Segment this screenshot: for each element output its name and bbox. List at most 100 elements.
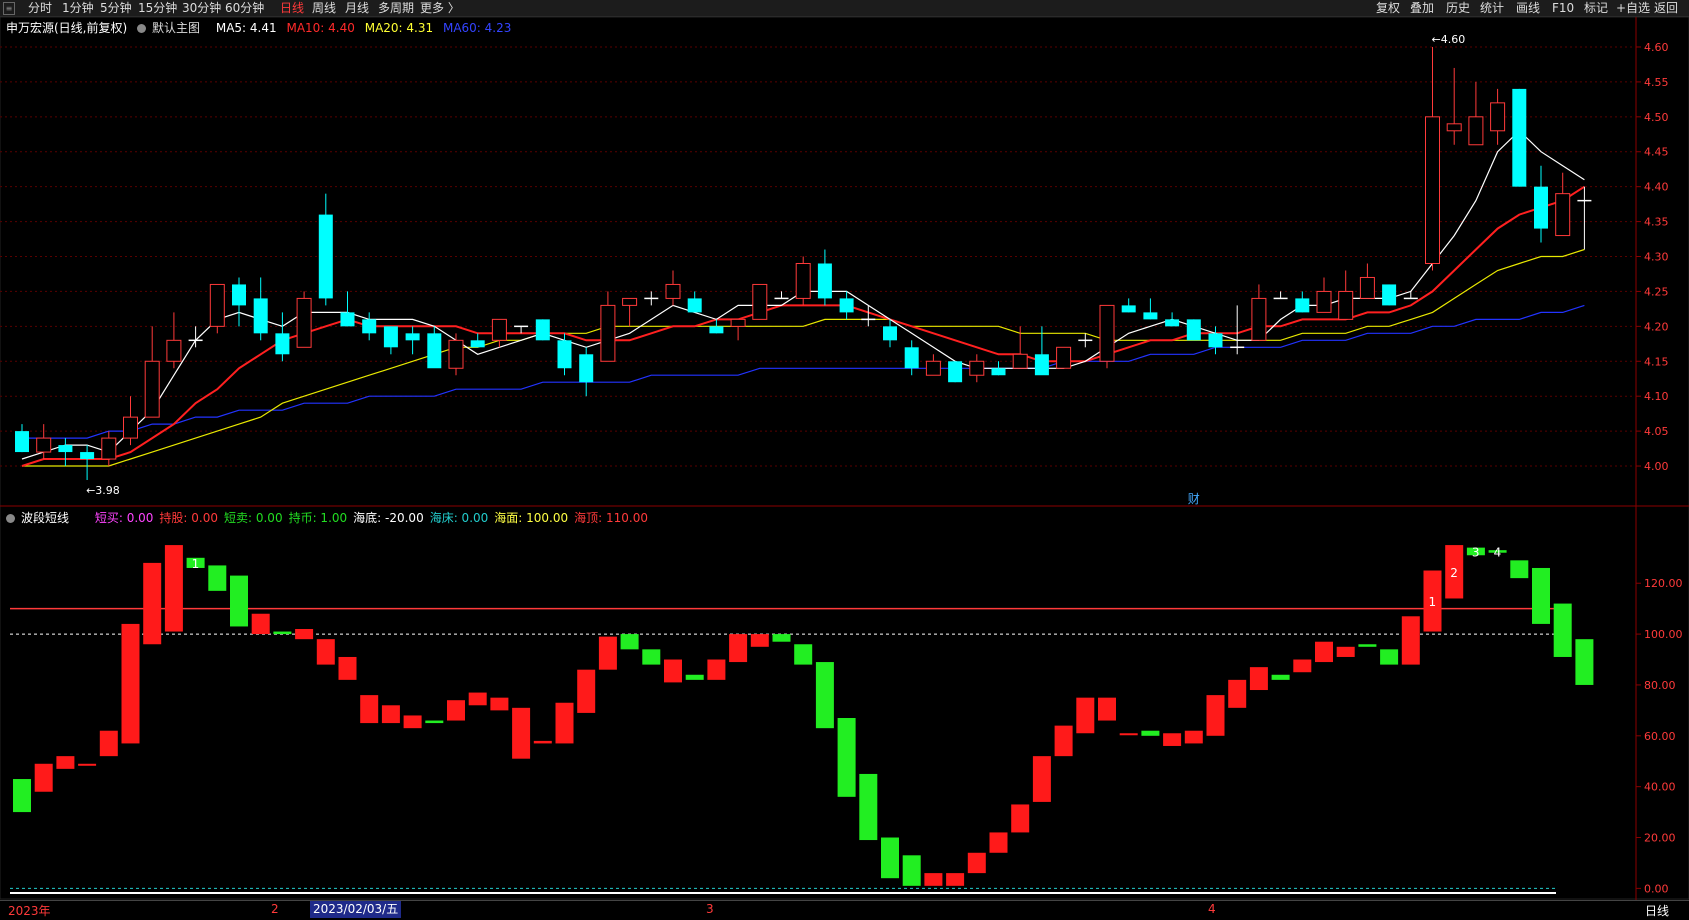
candle-body-14 bbox=[318, 214, 333, 299]
wave-bar-71 bbox=[1553, 603, 1572, 657]
y-tick-label-4: 4.20 bbox=[1644, 320, 1669, 333]
sub-y-tick-label-4: 80.00 bbox=[1644, 679, 1676, 692]
month-4-label: 4 bbox=[1208, 902, 1216, 916]
candle-body-42 bbox=[925, 360, 941, 376]
wave-bar-28 bbox=[620, 634, 639, 650]
wave-bar-60 bbox=[1315, 641, 1333, 663]
wave-bar-34 bbox=[750, 634, 769, 647]
candle-body-52 bbox=[1143, 312, 1158, 320]
stock-chart: 4.00 4.05 4.10 4.15 4.20 4.25 4.30 4.35 4.40 4.45… bbox=[0, 16, 1689, 900]
indicator-values: 短买: 0.00 持股: 0.00 短卖: 0.00 持币: 1.00 海底: -20.… bbox=[95, 511, 654, 525]
candle-body-21 bbox=[470, 340, 485, 348]
candle-body-27 bbox=[600, 304, 616, 362]
indicator-value-6: 海面: 100.00 bbox=[494, 511, 569, 525]
sub-y-tick-label-5: 100.00 bbox=[1644, 628, 1683, 641]
wave-bar-12 bbox=[273, 631, 292, 635]
wave-bar-1 bbox=[34, 763, 53, 792]
candle-body-3 bbox=[80, 452, 95, 460]
event-marker: 财 bbox=[1188, 492, 1200, 506]
wave-bar-39 bbox=[859, 773, 878, 841]
candle-body-68 bbox=[1490, 102, 1506, 132]
wave-bar-27 bbox=[598, 636, 617, 670]
wave-bar-72 bbox=[1575, 639, 1594, 685]
wave-bar-35 bbox=[772, 634, 791, 642]
candle-body-11 bbox=[253, 298, 268, 334]
indicator-name-text: 波段短线 bbox=[21, 511, 70, 525]
wave-bar-24 bbox=[533, 740, 552, 744]
wave-label-3: 3 bbox=[1472, 545, 1480, 559]
wave-bar-69 bbox=[1510, 560, 1529, 579]
candle-body-13 bbox=[296, 297, 312, 348]
wave-bar-47 bbox=[1032, 756, 1051, 802]
candle-body-19 bbox=[427, 333, 442, 369]
candle-body-33 bbox=[730, 318, 746, 327]
candle-body-22 bbox=[491, 318, 507, 341]
sub-y-tick-label-1: 20.00 bbox=[1644, 832, 1676, 845]
sub-y-tick-label-6: 120.00 bbox=[1644, 577, 1683, 590]
wave-bar-32 bbox=[707, 659, 726, 680]
month-3-label: 3 bbox=[706, 902, 714, 916]
candle-body-4 bbox=[101, 437, 117, 460]
y-tick-label-3: 4.15 bbox=[1644, 355, 1669, 368]
candle-body-45 bbox=[991, 368, 1006, 376]
wave-bar-17 bbox=[381, 705, 400, 724]
candle-body-37 bbox=[817, 263, 832, 299]
wave-bar-29 bbox=[642, 649, 661, 665]
indicator-value-5: 海床: 0.00 bbox=[429, 511, 489, 525]
y-tick-label-7: 4.35 bbox=[1644, 216, 1669, 229]
month-2-label: 2 bbox=[271, 902, 279, 916]
candle-body-6 bbox=[144, 360, 160, 418]
wave-bar-46 bbox=[1011, 804, 1030, 833]
candle-body-69 bbox=[1512, 88, 1527, 187]
wave-label-0: 1 bbox=[192, 557, 200, 571]
candle-body-67 bbox=[1468, 116, 1484, 146]
wave-bar-61 bbox=[1336, 646, 1355, 657]
period-tag[interactable]: 日线 bbox=[1645, 902, 1669, 919]
candle-body-31 bbox=[687, 298, 702, 313]
wave-bar-48 bbox=[1054, 725, 1073, 757]
wave-bar-53 bbox=[1163, 733, 1182, 746]
indicator-name[interactable]: 波段短线 bbox=[6, 511, 75, 525]
candle-body-41 bbox=[904, 347, 919, 369]
wave-bar-70 bbox=[1532, 567, 1550, 624]
candle-body-60 bbox=[1316, 290, 1332, 313]
candle-body-40 bbox=[883, 326, 897, 341]
wave-bar-41 bbox=[902, 855, 921, 886]
price-annotation-1: ←4.60 bbox=[1432, 33, 1466, 46]
candle-body-63 bbox=[1382, 284, 1397, 306]
ma5-value: MA5: 4.41 bbox=[215, 21, 277, 35]
candle-body-57 bbox=[1251, 297, 1267, 341]
y-tick-label-2: 4.10 bbox=[1644, 390, 1669, 403]
wave-bar-14 bbox=[316, 639, 335, 665]
ma20-value: MA20: 4.31 bbox=[364, 21, 434, 35]
y-tick-label-1: 4.05 bbox=[1644, 425, 1669, 438]
wave-bar-44 bbox=[967, 852, 986, 874]
candle-body-61 bbox=[1338, 290, 1354, 320]
candle-body-47 bbox=[1034, 354, 1049, 376]
candle-body-70 bbox=[1534, 186, 1548, 229]
candle-body-24 bbox=[535, 319, 550, 341]
wave-bar-2 bbox=[56, 756, 75, 769]
candle-body-0 bbox=[15, 431, 29, 453]
wave-bar-20 bbox=[447, 700, 465, 721]
y-tick-label-9: 4.45 bbox=[1644, 146, 1669, 159]
template-label[interactable]: 默认主图 bbox=[137, 21, 206, 35]
candle-body-38 bbox=[839, 298, 854, 313]
y-tick-label-0: 4.00 bbox=[1644, 460, 1669, 473]
candle-body-66 bbox=[1446, 123, 1462, 132]
candle-body-44 bbox=[969, 360, 985, 376]
candle-body-16 bbox=[362, 319, 377, 334]
candle-body-12 bbox=[275, 333, 290, 355]
wave-bar-19 bbox=[425, 720, 444, 724]
candle-body-36 bbox=[795, 262, 811, 299]
candle-body-32 bbox=[709, 326, 724, 334]
wave-bar-15 bbox=[338, 656, 357, 680]
wave-bar-22 bbox=[490, 697, 509, 711]
candle-body-20 bbox=[448, 339, 464, 369]
candle-body-15 bbox=[340, 312, 355, 327]
wave-bar-21 bbox=[468, 692, 487, 706]
template-text: 默认主图 bbox=[152, 21, 201, 35]
y-tick-label-5: 4.25 bbox=[1644, 285, 1669, 298]
candle-body-51 bbox=[1121, 305, 1136, 313]
wave-bar-38 bbox=[837, 718, 856, 797]
